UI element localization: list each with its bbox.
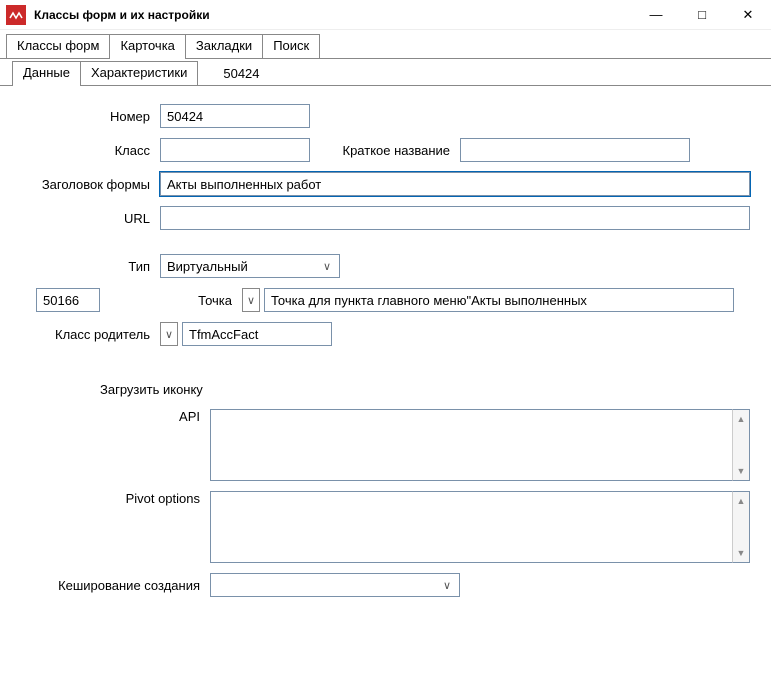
label-type: Тип xyxy=(0,259,160,274)
parent-class-field[interactable] xyxy=(182,322,332,346)
pivot-textarea[interactable] xyxy=(210,491,732,563)
class-field[interactable] xyxy=(160,138,310,162)
label-short-name: Краткое название xyxy=(310,143,460,158)
label-parent-class: Класс родитель xyxy=(0,327,160,342)
tab-bookmarks[interactable]: Закладки xyxy=(185,34,263,58)
label-pivot: Pivot options xyxy=(0,491,210,506)
pivot-scrollbar[interactable]: ▲ ▼ xyxy=(732,491,750,563)
app-icon xyxy=(6,5,26,25)
label-form-title: Заголовок формы xyxy=(0,177,160,192)
scroll-down-icon: ▼ xyxy=(733,544,749,562)
tab-search[interactable]: Поиск xyxy=(262,34,320,58)
subtab-data[interactable]: Данные xyxy=(12,61,81,85)
scroll-up-icon: ▲ xyxy=(733,410,749,428)
form-area: Номер Класс Краткое название Заголовок ф… xyxy=(0,86,771,597)
tab-card[interactable]: Карточка xyxy=(109,34,185,58)
label-number: Номер xyxy=(0,109,160,124)
cache-select[interactable]: ∨ xyxy=(210,573,460,597)
titlebar: Классы форм и их настройки — □ ✕ xyxy=(0,0,771,30)
tab-form-classes[interactable]: Классы форм xyxy=(6,34,110,58)
left-code-field[interactable] xyxy=(36,288,100,312)
subtab-characteristics[interactable]: Характеристики xyxy=(80,61,198,85)
label-api: API xyxy=(0,409,210,424)
point-dropdown-button[interactable]: ∨ xyxy=(242,288,260,312)
label-cache: Кеширование создания xyxy=(0,578,210,593)
api-textarea[interactable] xyxy=(210,409,732,481)
parent-class-dropdown-button[interactable]: ∨ xyxy=(160,322,178,346)
point-field[interactable] xyxy=(264,288,734,312)
minimize-button[interactable]: — xyxy=(633,0,679,29)
url-field[interactable] xyxy=(160,206,750,230)
scroll-down-icon: ▼ xyxy=(733,462,749,480)
outer-tabs: Классы форм Карточка Закладки Поиск xyxy=(0,34,771,59)
window-controls: — □ ✕ xyxy=(633,0,771,29)
short-name-field[interactable] xyxy=(460,138,690,162)
window-title: Классы форм и их настройки xyxy=(34,8,210,22)
label-url: URL xyxy=(0,211,160,226)
type-select-value: Виртуальный xyxy=(167,259,248,274)
maximize-button[interactable]: □ xyxy=(679,0,725,29)
label-load-icon: Загрузить иконку xyxy=(100,382,203,397)
scroll-up-icon: ▲ xyxy=(733,492,749,510)
label-point: Точка xyxy=(100,293,242,308)
number-field[interactable] xyxy=(160,104,310,128)
chevron-down-icon: ∨ xyxy=(319,260,335,273)
close-button[interactable]: ✕ xyxy=(725,0,771,29)
type-select[interactable]: Виртуальный ∨ xyxy=(160,254,340,278)
api-scrollbar[interactable]: ▲ ▼ xyxy=(732,409,750,481)
subtab-id-label: 50424 xyxy=(213,63,269,85)
label-class: Класс xyxy=(0,143,160,158)
chevron-down-icon: ∨ xyxy=(439,579,455,592)
form-title-field[interactable] xyxy=(160,172,750,196)
inner-tabs: Данные Характеристики 50424 xyxy=(0,61,771,86)
